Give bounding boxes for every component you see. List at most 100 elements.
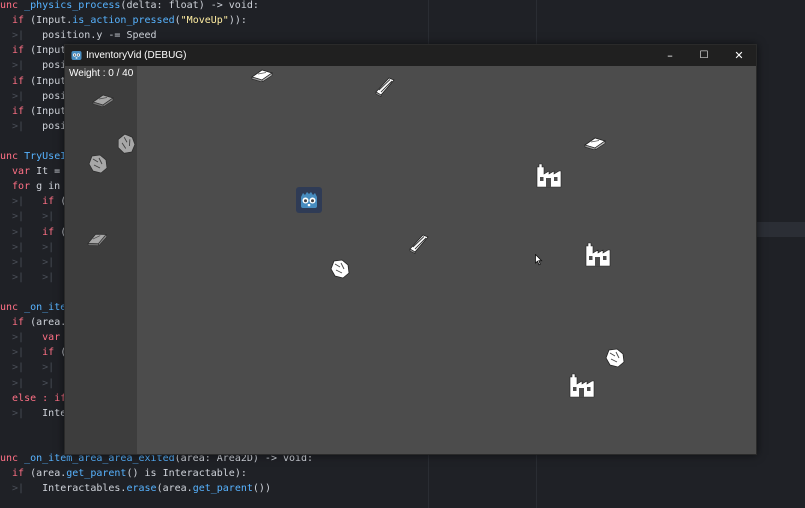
code-token: >| <box>0 226 43 238</box>
maximize-button[interactable]: ☐ <box>687 45 721 66</box>
code-token: (delta: float) -> void: <box>120 0 259 11</box>
code-token: _physics_process <box>24 0 121 11</box>
code-line: >| var I <box>0 330 72 345</box>
code-token: Interactables. <box>42 483 127 495</box>
mouse-cursor-icon <box>535 251 543 270</box>
close-button[interactable]: ✕ <box>722 45 756 66</box>
code-line: for g in <box>0 179 60 194</box>
plank-item-icon[interactable] <box>407 232 431 254</box>
window-titlebar[interactable]: InventoryVid (DEBUG) – ☐ ✕ <box>65 45 756 66</box>
code-line: >| if (g <box>0 225 72 240</box>
code-token: unc <box>0 0 25 11</box>
current-line-highlight <box>757 222 805 237</box>
code-token: if <box>42 196 61 208</box>
code-token: erase <box>126 483 157 495</box>
code-line: >| Interactables.erase(area.get_parent()… <box>0 481 271 496</box>
code-token: >| <box>0 60 43 72</box>
code-token: >| <box>0 347 43 359</box>
code-line: >| if (g <box>0 194 72 209</box>
factory-item-icon[interactable] <box>535 162 563 188</box>
code-token: >| <box>0 407 43 419</box>
code-line: if (Input <box>0 43 66 58</box>
game-viewport[interactable]: Weight : 0 / 40 <box>65 66 756 454</box>
code-token: >| >| <box>0 271 73 283</box>
code-token: >| >| <box>0 377 73 389</box>
code-line: if (area.get_parent() is Interactable): <box>0 466 247 481</box>
code-token: g in <box>36 181 61 193</box>
code-line: unc TryUseIt <box>0 149 72 164</box>
code-token: var <box>42 332 67 344</box>
code-token: (area. <box>30 468 67 480</box>
godot-icon <box>71 50 82 61</box>
code-line: >| posit <box>0 58 72 73</box>
godot-icon <box>296 187 322 213</box>
code-line: if (Input <box>0 74 66 89</box>
code-token: >| <box>0 90 43 102</box>
code-token: (Input <box>30 105 67 117</box>
code-token: else : <box>0 392 55 404</box>
code-line: var It = <box>0 164 60 179</box>
code-token: "MoveUp" <box>180 15 229 27</box>
code-line: unc _physics_process(delta: float) -> vo… <box>0 0 259 13</box>
code-token: >| >| <box>0 211 73 223</box>
code-token: >| >| <box>0 362 73 374</box>
code-token: >| >| <box>0 241 73 253</box>
code-line: >| posit <box>0 89 72 104</box>
code-token: (area. <box>30 317 67 329</box>
bar-item-icon[interactable] <box>91 93 115 107</box>
minimize-button[interactable]: – <box>653 45 687 66</box>
code-token: unc <box>0 151 25 162</box>
code-token: get_parent <box>192 483 253 495</box>
code-token: (area. <box>156 483 193 495</box>
window-title: InventoryVid (DEBUG) <box>86 50 187 61</box>
code-token: () is Interactable): <box>126 468 247 480</box>
code-line: >| if (I <box>0 345 72 360</box>
code-token: if <box>0 317 31 329</box>
code-token: >| <box>0 30 43 42</box>
factory-item-icon[interactable] <box>568 372 596 398</box>
code-token: It = <box>36 166 61 178</box>
code-line: else : if <box>0 391 66 406</box>
code-token: ()) <box>252 483 271 495</box>
code-token: >| <box>0 196 43 208</box>
code-token: position.y -= Speed <box>42 30 157 42</box>
code-token: (Input <box>30 75 67 87</box>
factory-item-icon[interactable] <box>584 241 612 267</box>
bar-item-icon[interactable] <box>583 136 607 150</box>
code-token: if <box>0 75 31 87</box>
code-token: >| <box>0 483 43 495</box>
code-line: if (Input.is_action_pressed("MoveUp")): <box>0 13 247 28</box>
code-line: >| Inter <box>0 406 72 421</box>
weight-label: Weight : 0 / 40 <box>69 68 134 79</box>
code-token: >| >| <box>0 256 73 268</box>
code-line: >| position.y -= Speed <box>0 28 157 43</box>
bar-item-icon[interactable] <box>250 68 274 82</box>
code-token: get_parent <box>66 468 127 480</box>
code-token: unc <box>0 453 25 464</box>
code-token: unc <box>0 302 25 313</box>
rock-item-icon[interactable] <box>329 258 351 280</box>
code-token: >| <box>0 120 43 132</box>
code-token: is_action_pressed <box>72 15 175 27</box>
code-line: if (area. <box>0 315 66 330</box>
rock-item-icon[interactable] <box>604 347 626 369</box>
plank-item-icon[interactable] <box>373 75 397 97</box>
code-token: (Input. <box>30 15 73 27</box>
code-token: if <box>0 45 31 57</box>
code-token: if <box>0 105 31 117</box>
inventory-panel: Weight : 0 / 40 <box>65 66 137 454</box>
game-window[interactable]: InventoryVid (DEBUG) – ☐ ✕ Weight : 0 / … <box>64 44 757 455</box>
code-token: >| <box>0 332 43 344</box>
code-token: if <box>0 468 31 480</box>
code-token: )): <box>228 15 247 27</box>
rock-item-icon[interactable] <box>87 153 109 175</box>
code-token: if <box>42 347 61 359</box>
code-line: if (Input <box>0 104 66 119</box>
code-token: var <box>0 166 37 178</box>
code-token: (Input <box>30 45 67 57</box>
code-line: >| posit <box>0 119 72 134</box>
code-token: if <box>42 226 61 238</box>
code-line: unc _on_item <box>0 300 72 315</box>
code-token: for <box>0 181 37 193</box>
code-token: if <box>0 15 31 27</box>
